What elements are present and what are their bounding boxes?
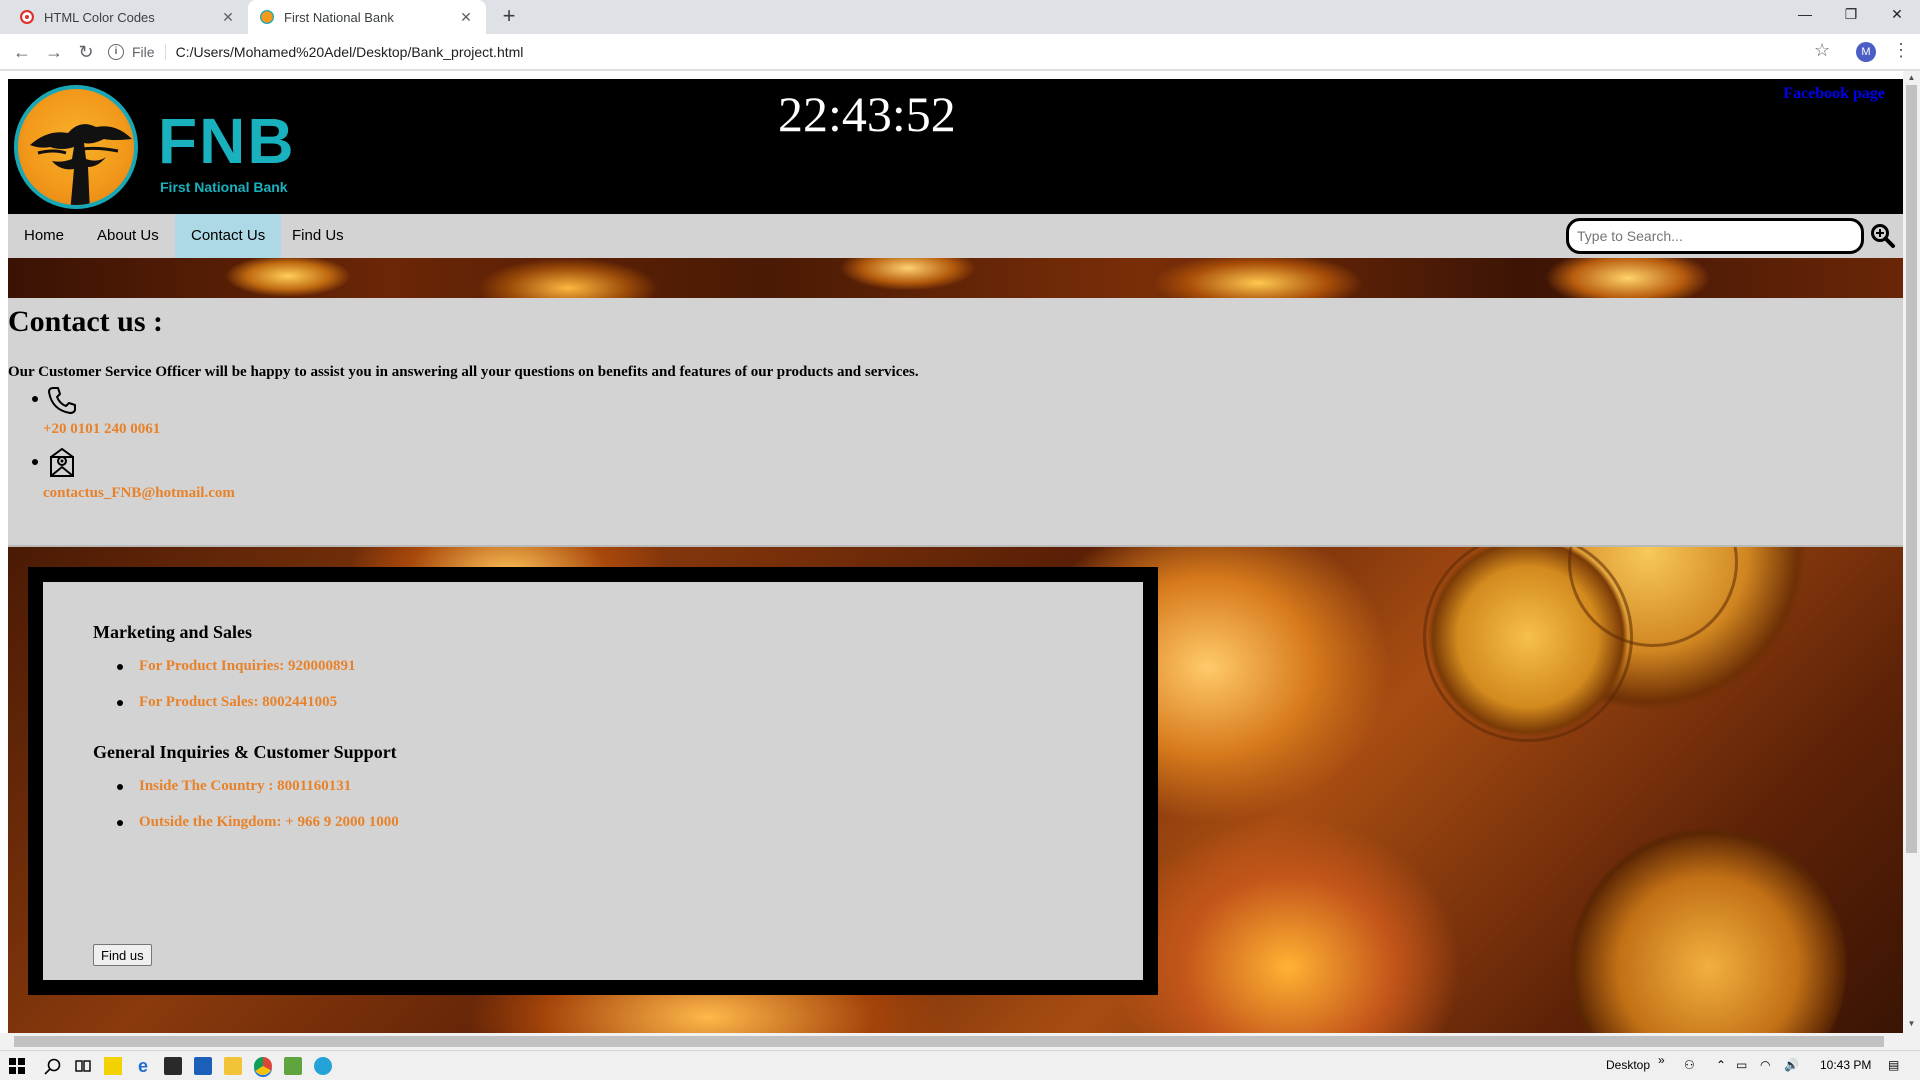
scroll-up-arrow-icon[interactable]: ▲ (1903, 73, 1920, 82)
close-tab-icon[interactable]: ✕ (220, 9, 236, 26)
notifications-icon[interactable]: ▤ (1888, 1058, 1899, 1072)
url-text[interactable]: C:/Users/Mohamed%20Adel/Desktop/Bank_pro… (176, 44, 524, 60)
tab-html-color-codes[interactable]: HTML Color Codes ✕ (8, 0, 248, 34)
new-tab-button[interactable]: + (496, 4, 522, 30)
windows-start-icon[interactable] (8, 1057, 26, 1075)
nav-item-home[interactable]: Home (8, 214, 80, 258)
marketing-title: Marketing and Sales (93, 622, 253, 642)
tab-label: HTML Color Codes (44, 9, 155, 25)
volume-icon[interactable]: 🔊 (1784, 1058, 1799, 1072)
minimize-button[interactable]: — (1782, 0, 1828, 30)
facebook-page-link[interactable]: Facebook page (1783, 85, 1885, 103)
mail-icon[interactable] (194, 1057, 212, 1075)
wifi-icon[interactable]: ◠ (1760, 1058, 1770, 1072)
search-taskbar-icon[interactable] (44, 1057, 62, 1075)
tab-label: First National Bank (284, 9, 394, 25)
windows-taskbar: e Desktop » ⚇ ⌃ ▭ ◠ 🔊 10:43 PM ▤ (0, 1050, 1920, 1080)
vertical-scroll-thumb[interactable] (1906, 85, 1917, 853)
list-bullet (117, 664, 123, 670)
support-frame: Marketing and Sales For Product Inquirie… (28, 567, 1158, 995)
browser-menu-icon[interactable]: ⋮ (1892, 40, 1910, 61)
contact-email[interactable]: contactus_FNB@hotmail.com (43, 485, 235, 502)
general-support-title: General Inquiries & Customer Support (93, 742, 397, 762)
fnb-logo-emblem[interactable] (14, 85, 138, 209)
search-icon[interactable] (1870, 223, 1896, 249)
fnb-logo-text: FNB (158, 105, 296, 177)
list-bullet (117, 820, 123, 826)
search-input[interactable] (1566, 218, 1864, 254)
contact-description: Our Customer Service Officer will be hap… (8, 364, 919, 380)
close-tab-icon[interactable]: ✕ (458, 9, 474, 26)
task-view-icon[interactable] (74, 1057, 92, 1075)
notepad-plus-icon[interactable] (284, 1057, 302, 1075)
fnb-favicon-icon (260, 10, 274, 24)
horizontal-scroll-thumb[interactable] (14, 1036, 1884, 1047)
edge-browser-icon[interactable]: e (134, 1057, 152, 1075)
url-scheme: File (132, 44, 166, 60)
acacia-tree-icon (30, 124, 132, 205)
fnb-logo-subtitle: First National Bank (160, 179, 288, 195)
address-bar: ← → ↻ i File C:/Users/Mohamed%20Adel/Des… (0, 34, 1920, 70)
main-nav: Home About Us Contact Us Find Us (8, 214, 1903, 258)
contact-title: Contact us : (8, 305, 163, 338)
system-clock[interactable]: 10:43 PM (1820, 1058, 1871, 1072)
desktop-toolbar-label[interactable]: Desktop (1606, 1058, 1650, 1072)
digital-clock: 22:43:52 (778, 86, 956, 142)
battery-icon[interactable]: ▭ (1736, 1058, 1747, 1072)
support-panel: Marketing and Sales For Product Inquirie… (43, 582, 1143, 980)
url-omnibox[interactable]: i File C:/Users/Mohamed%20Adel/Desktop/B… (108, 38, 1818, 66)
contact-phone[interactable]: +20 0101 240 0061 (43, 421, 160, 438)
forward-arrow-icon[interactable]: → (42, 40, 66, 64)
reload-icon[interactable]: ↻ (74, 40, 98, 64)
phone-icon (48, 387, 76, 414)
list-bullet (117, 700, 123, 706)
vertical-scrollbar[interactable]: ▲ ▼ (1903, 71, 1920, 1033)
gold-banner-strip (8, 258, 1903, 298)
close-window-button[interactable]: ✕ (1874, 0, 1920, 30)
page-body: FNB First National Bank 22:43:52 Faceboo… (8, 79, 1903, 1033)
nav-item-find-us[interactable]: Find Us (276, 214, 360, 258)
coin-decoration (1573, 832, 1843, 1033)
app-icon[interactable] (314, 1057, 332, 1075)
email-icon (50, 447, 74, 477)
chrome-icon[interactable] (254, 1057, 272, 1075)
find-us-button[interactable]: Find us (93, 944, 152, 966)
scroll-down-arrow-icon[interactable]: ▼ (1903, 1019, 1920, 1028)
list-bullet (32, 459, 38, 465)
page-viewport: FNB First National Bank 22:43:52 Faceboo… (0, 71, 1920, 1033)
gold-coins-background: Marketing and Sales For Product Inquirie… (8, 547, 1903, 1033)
people-icon[interactable]: ⚇ (1684, 1058, 1695, 1072)
horizontal-scrollbar[interactable] (0, 1033, 1920, 1050)
marketing-item: For Product Sales: 8002441005 (139, 694, 338, 710)
list-bullet (117, 784, 123, 790)
store-icon[interactable] (164, 1057, 182, 1075)
html-color-codes-favicon-icon (20, 10, 34, 24)
back-arrow-icon[interactable]: ← (10, 40, 34, 64)
nav-item-contact-us[interactable]: Contact Us (175, 214, 282, 258)
tab-first-national-bank[interactable]: First National Bank ✕ (248, 0, 486, 34)
bookmark-star-icon[interactable]: ☆ (1814, 40, 1830, 61)
restore-button[interactable]: ❐ (1828, 0, 1874, 30)
show-hidden-icons-icon[interactable]: ⌃ (1716, 1058, 1726, 1072)
support-item: Inside The Country : 8001160131 (139, 778, 352, 794)
toolbar-expand-icon[interactable]: » (1658, 1053, 1665, 1067)
marketing-item: For Product Inquiries: 920000891 (139, 658, 356, 674)
profile-avatar[interactable]: M (1856, 42, 1876, 62)
file-explorer-icon[interactable] (224, 1057, 242, 1075)
list-bullet (32, 396, 38, 402)
support-item: Outside the Kingdom: + 966 9 2000 1000 (139, 814, 399, 830)
site-header: FNB First National Bank 22:43:52 Faceboo… (8, 79, 1903, 214)
sticky-notes-icon[interactable] (104, 1057, 122, 1075)
nav-item-about-us[interactable]: About Us (81, 214, 175, 258)
browser-tabbar: HTML Color Codes ✕ First National Bank ✕… (0, 0, 1920, 34)
info-icon[interactable]: i (108, 44, 124, 60)
